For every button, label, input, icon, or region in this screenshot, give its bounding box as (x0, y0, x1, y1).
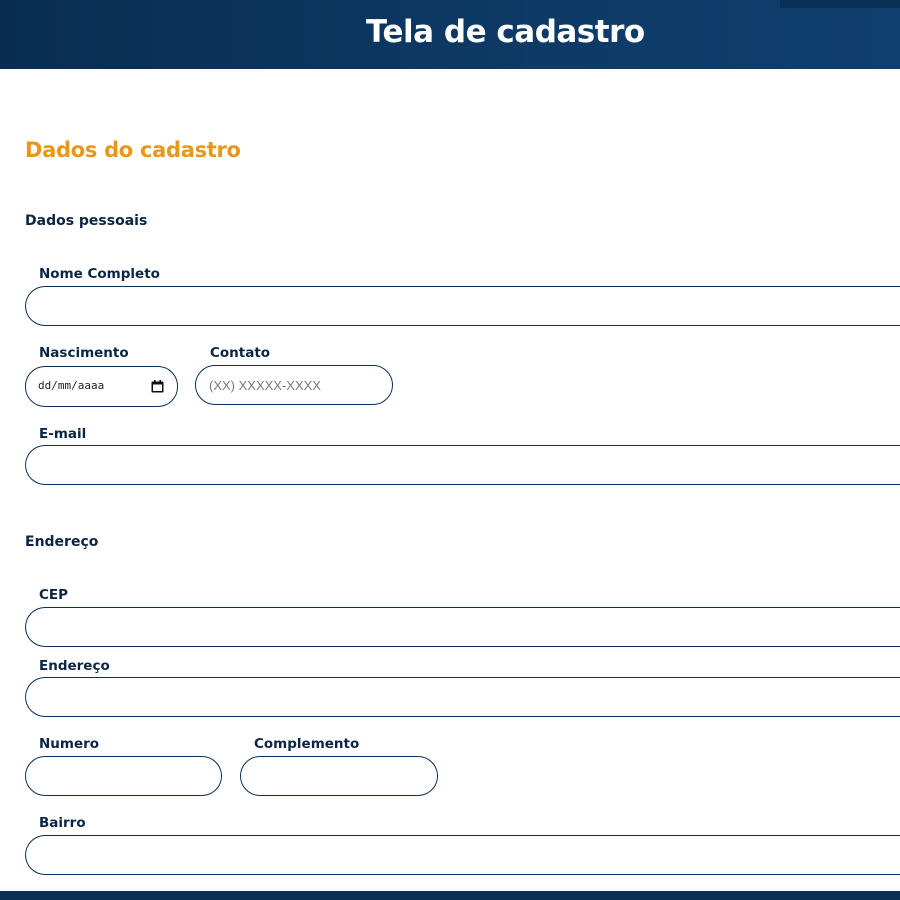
district-input[interactable] (25, 835, 900, 875)
calendar-icon[interactable] (151, 380, 164, 393)
email-label: E-mail (39, 426, 87, 442)
birth-date-label: Nascimento (39, 345, 129, 361)
page-title: Tela de cadastro (366, 14, 645, 50)
full-name-label: Nome Completo (39, 266, 160, 282)
section-title: Dados do cadastro (25, 138, 241, 162)
street-label: Endereço (39, 658, 110, 674)
number-label: Numero (39, 736, 100, 752)
birth-date-input[interactable]: dd/mm/aaaa (25, 366, 178, 407)
complement-label: Complemento (254, 736, 360, 752)
cep-label: CEP (39, 587, 69, 603)
complement-input[interactable] (240, 756, 438, 796)
district-label: Bairro (39, 815, 86, 831)
email-input[interactable] (25, 445, 900, 485)
header-accent-strip (780, 0, 900, 8)
personal-data-heading: Dados pessoais (25, 213, 148, 229)
page-header: Tela de cadastro (0, 0, 900, 69)
number-input[interactable] (25, 756, 222, 796)
page-footer (0, 891, 900, 900)
street-input[interactable] (25, 677, 900, 717)
birth-date-placeholder: dd/mm/aaaa (38, 379, 105, 392)
cep-input[interactable] (25, 607, 900, 647)
contact-label: Contato (210, 345, 271, 361)
contact-input[interactable] (195, 365, 393, 405)
full-name-input[interactable] (25, 286, 900, 326)
address-heading: Endereço (25, 534, 99, 550)
